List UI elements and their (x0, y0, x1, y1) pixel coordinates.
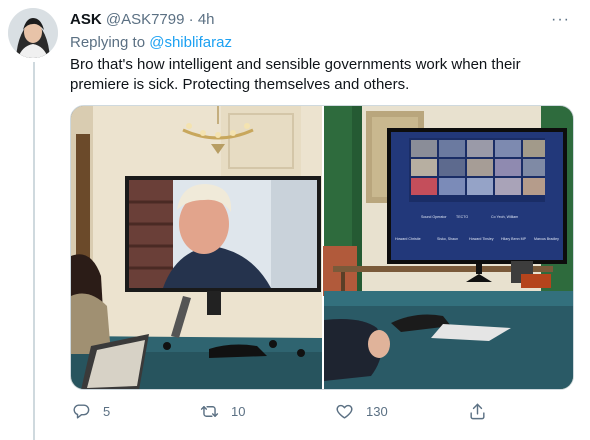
video-call-label: Sisko, Shaun (437, 237, 458, 241)
video-call-label: TECTO (456, 215, 468, 219)
video-call-label: Co Yeoh, William (491, 215, 518, 219)
tweet-text: Bro that's how intelligent and sensible … (70, 56, 521, 93)
reply-button[interactable]: 5 (72, 400, 110, 422)
user-handle[interactable]: @ASK7799 (106, 11, 185, 28)
avatar-image (8, 8, 58, 58)
display-name[interactable]: ASK (70, 11, 102, 28)
tweet-actions: 5 10 130 (70, 396, 550, 426)
separator-dot: · (188, 11, 194, 28)
tweet-header: ASK @ASK7799 · 4h ··· (70, 11, 570, 31)
left-photo (71, 106, 322, 389)
replying-to-prefix: Replying to (70, 34, 150, 51)
heart-icon (336, 404, 353, 419)
timestamp[interactable]: 4h (198, 11, 215, 28)
share-icon (470, 403, 485, 419)
retweet-count: 10 (231, 403, 246, 419)
reply-count: 5 (103, 403, 111, 419)
like-button[interactable]: 130 (335, 400, 388, 422)
replying-to: Replying to @shiblifaraz (70, 34, 232, 51)
retweet-icon (200, 405, 219, 417)
video-call-label: Marcus Bradley (534, 237, 559, 241)
video-call-label: Sound Operator (421, 215, 447, 219)
reply-icon (73, 403, 90, 419)
thread-line (33, 62, 35, 440)
like-count: 130 (366, 403, 388, 419)
video-call-label: Howard Christie (395, 237, 421, 241)
right-photo: Sound Operator TECTO Co Yeoh, William Ho… (323, 106, 573, 389)
share-button[interactable] (468, 400, 499, 422)
avatar[interactable] (8, 8, 58, 58)
video-call-label: Howard Tinsley (469, 237, 494, 241)
video-call-grid (411, 140, 545, 195)
retweet-button[interactable]: 10 (200, 400, 245, 422)
replying-to-mention[interactable]: @shiblifaraz (149, 34, 232, 51)
more-options-button[interactable]: ··· (551, 11, 570, 29)
video-call-label: Hilary Benn MP (501, 237, 527, 241)
tweet-media[interactable]: Sound Operator TECTO Co Yeoh, William Ho… (70, 105, 574, 390)
